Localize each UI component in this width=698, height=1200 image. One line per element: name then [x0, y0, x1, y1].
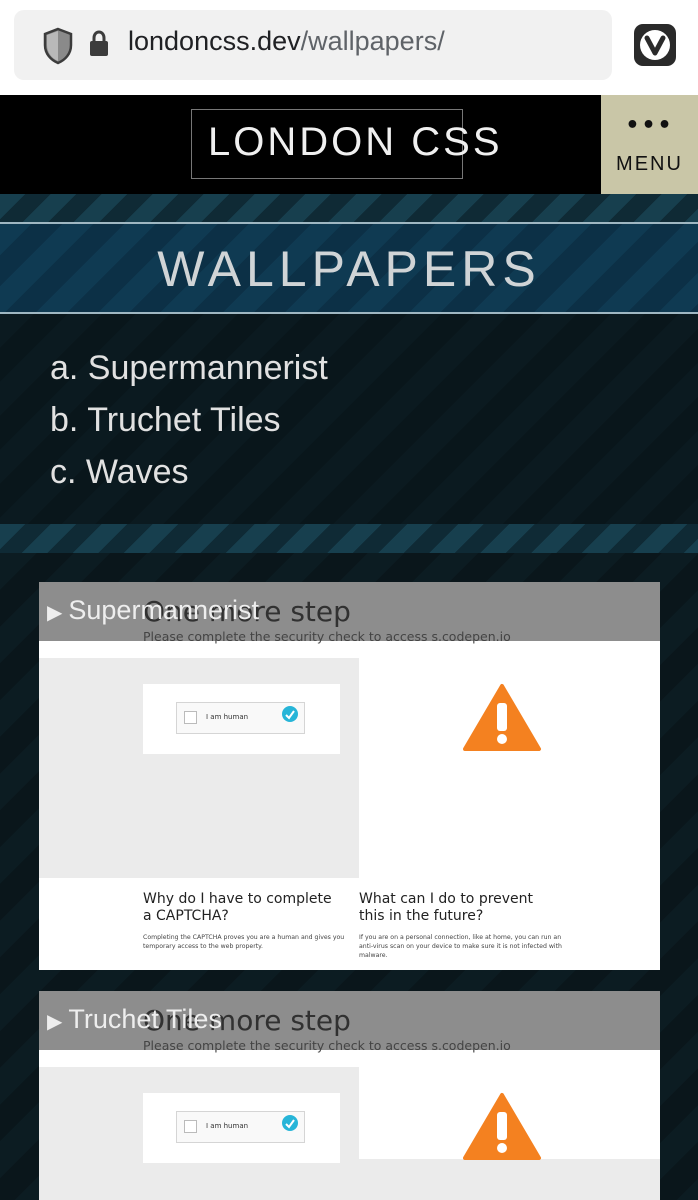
- expand-triangle-icon: ▶: [47, 1011, 63, 1033]
- codepen-embed-truchet-tiles: I am human One more step Please complete…: [39, 991, 660, 1200]
- warning-icon: [462, 1092, 542, 1166]
- browser-toolbar: londoncss.dev/wallpapers/: [0, 0, 698, 95]
- toc-link-waves[interactable]: c. Waves: [50, 453, 189, 492]
- warning-icon: [462, 683, 542, 757]
- embed-summary[interactable]: ▶ Truchet Tiles: [47, 1004, 222, 1035]
- site-header: LONDON CSS ••• MENU: [0, 95, 698, 194]
- menu-label: MENU: [616, 153, 683, 175]
- captcha-checkbox[interactable]: [184, 711, 197, 724]
- url-text[interactable]: londoncss.dev/wallpapers/: [128, 26, 445, 57]
- captcha-box: I am human: [176, 1111, 305, 1143]
- table-of-contents: a. Supermannerist b. Truchet Tiles c. Wa…: [0, 314, 698, 524]
- hcaptcha-icon: [281, 1114, 299, 1136]
- title-band: WALLPAPERS: [0, 222, 698, 314]
- faq-question: What can I do to prevent this in the fut…: [359, 891, 534, 924]
- site-logo[interactable]: LONDON CSS: [208, 120, 503, 165]
- faq-answer: If you are on a personal connection, lik…: [359, 934, 562, 959]
- embed-summary[interactable]: ▶ Supermannerist: [47, 595, 259, 626]
- decorative-stripe: [0, 194, 698, 222]
- captcha-widget: I am human: [143, 684, 340, 754]
- lock-icon: [89, 30, 109, 62]
- captcha-checkbox[interactable]: [184, 1120, 197, 1133]
- more-dots-icon: •••: [625, 113, 674, 138]
- faq-question: Why do I have to complete a CAPTCHA?: [143, 891, 332, 924]
- vivaldi-icon[interactable]: [633, 23, 677, 71]
- toc-link-truchet-tiles[interactable]: b. Truchet Tiles: [50, 401, 281, 440]
- faq-answer: Completing the CAPTCHA proves you are a …: [143, 934, 345, 950]
- page-title: WALLPAPERS: [157, 241, 541, 297]
- toc-link-supermannerist[interactable]: a. Supermannerist: [50, 349, 328, 388]
- hcaptcha-icon: [281, 705, 299, 727]
- captcha-label: I am human: [206, 1122, 249, 1130]
- captcha-widget: I am human: [143, 1093, 340, 1163]
- challenge-subheading: Please complete the security check to ac…: [143, 1038, 511, 1053]
- address-bar[interactable]: londoncss.dev/wallpapers/: [14, 10, 612, 80]
- captcha-box: I am human: [176, 702, 305, 734]
- codepen-embed-supermannerist: I am human Why do I have to complete a C…: [39, 582, 660, 970]
- shield-icon[interactable]: [42, 27, 74, 69]
- captcha-label: I am human: [206, 713, 249, 721]
- decorative-stripe: [0, 524, 698, 553]
- challenge-subheading: Please complete the security check to ac…: [143, 629, 511, 644]
- expand-triangle-icon: ▶: [47, 602, 63, 624]
- menu-button[interactable]: ••• MENU: [601, 95, 698, 194]
